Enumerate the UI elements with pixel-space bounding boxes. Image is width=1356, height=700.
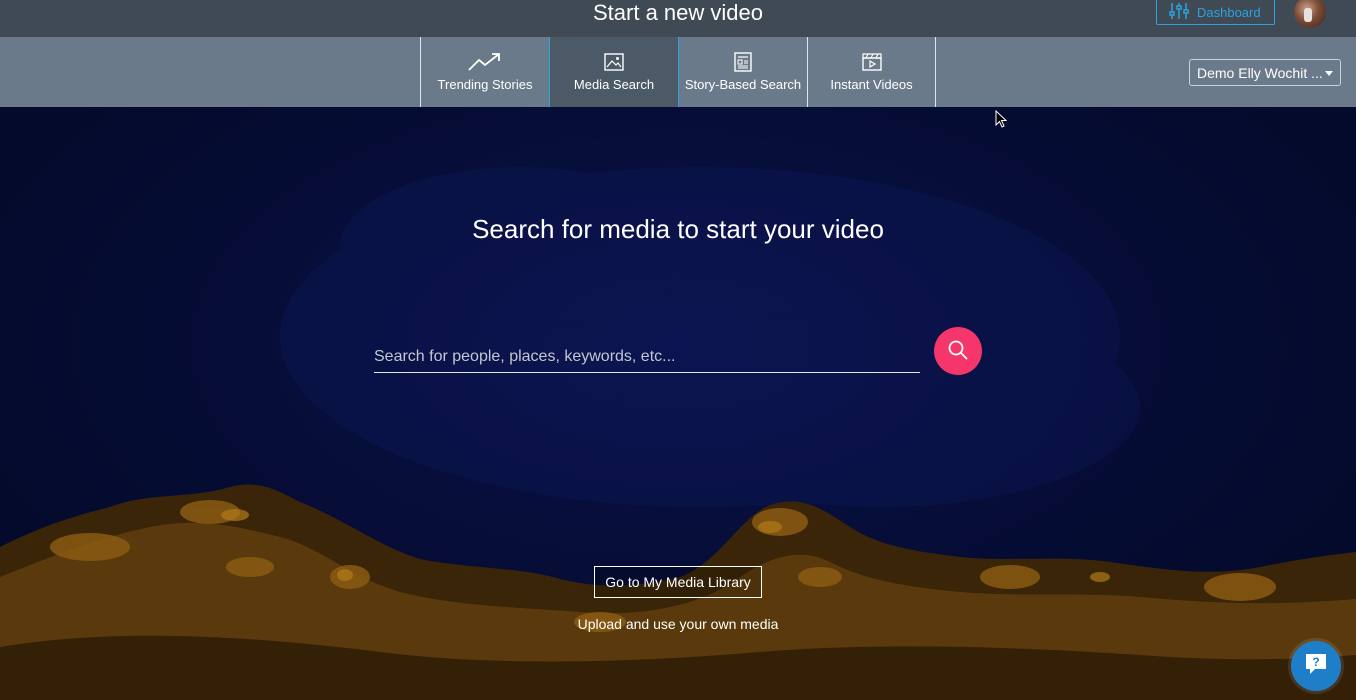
tab-story-based-search[interactable]: Story-Based Search [678,37,807,107]
nav-bar: Trending Stories Media Search Story-Base… [0,37,1356,118]
article-icon [734,51,752,73]
tab-label: Story-Based Search [684,77,802,92]
hero-section: Search for media to start your video Go … [0,107,1356,700]
media-search-input[interactable] [374,341,920,373]
media-library-button[interactable]: Go to My Media Library [594,566,762,598]
dashboard-label: Dashboard [1197,4,1261,20]
trending-icon [468,51,502,73]
tab-instant-videos[interactable]: Instant Videos [807,37,936,107]
tab-label: Instant Videos [830,77,913,92]
upload-caption: Upload and use your own media [577,616,779,632]
account-dropdown[interactable]: Demo Elly Wochit ... [1189,59,1341,86]
mouse-cursor-icon [995,109,1008,133]
search-button[interactable] [934,327,982,375]
search-icon [947,339,969,364]
account-dropdown-value: Demo Elly Wochit ... [1197,64,1323,81]
tab-label: Trending Stories [437,77,533,92]
clapperboard-icon [861,51,882,73]
tab-label: Media Search [573,77,655,92]
sliders-icon [1169,2,1189,23]
caret-down-icon [1325,71,1333,76]
svg-text:?: ? [1312,655,1319,669]
help-chat-button[interactable]: ? [1291,641,1341,691]
tab-media-search[interactable]: Media Search [549,37,678,118]
tab-trending-stories[interactable]: Trending Stories [420,37,549,107]
dashboard-button[interactable]: Dashboard [1156,0,1275,25]
hero-headline: Search for media to start your video [472,214,884,244]
background-landscape [0,167,1356,700]
tab-list: Trending Stories Media Search Story-Base… [420,37,936,118]
top-bar: Start a new video Dashboard [0,0,1356,37]
image-icon [604,51,624,73]
page-title: Start a new video [593,0,763,25]
help-icon: ? [1303,651,1329,682]
